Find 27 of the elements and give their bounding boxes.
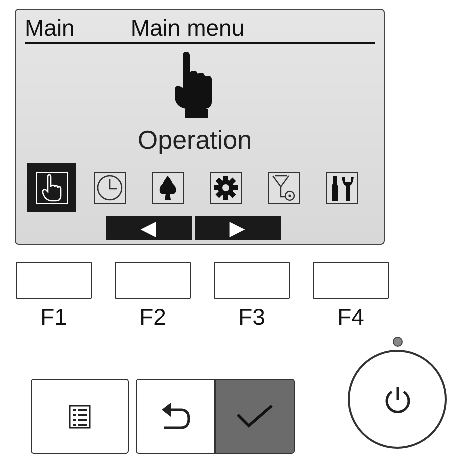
gear-icon (210, 172, 242, 204)
nav-arrow-button[interactable]: ◀ (106, 216, 192, 240)
menu-item-label: Operation (138, 127, 252, 153)
function-key[interactable] (115, 262, 191, 299)
return-arrow-icon (160, 402, 192, 432)
back-button[interactable] (136, 379, 215, 454)
list-icon (69, 404, 91, 428)
function-key-label: F1 (40, 306, 68, 329)
clock-icon (94, 172, 126, 204)
menu-button[interactable] (31, 379, 129, 454)
function-key[interactable] (313, 262, 389, 299)
screen-label: Main (25, 17, 75, 40)
function-key[interactable] (16, 262, 92, 299)
function-key-label: F4 (338, 306, 364, 329)
function-key[interactable] (214, 262, 290, 299)
tree-icon (152, 172, 184, 204)
nav-arrow-button[interactable]: ▶ (194, 216, 280, 240)
indicator-lamp (392, 337, 402, 347)
tools-icon (326, 172, 358, 204)
check-icon (236, 404, 274, 430)
hand-icon (36, 172, 68, 204)
function-key-label: F2 (140, 306, 166, 329)
filter-icon (268, 172, 300, 204)
power-icon (384, 384, 412, 414)
menu-icon-tile[interactable] (27, 163, 76, 212)
screen-title: Main menu (130, 17, 245, 40)
function-key-label: F3 (238, 306, 266, 329)
